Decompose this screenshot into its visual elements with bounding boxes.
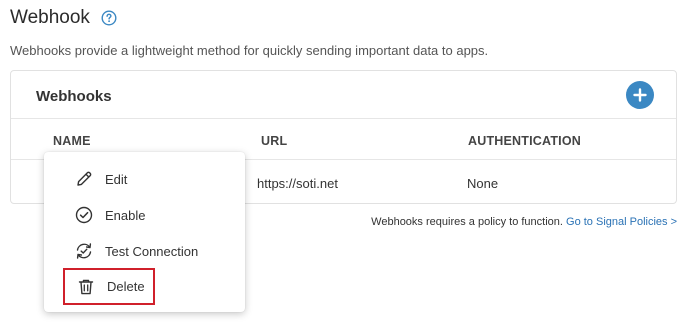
- menu-item-label: Enable: [105, 207, 146, 223]
- menu-item-test-connection[interactable]: Test Connection: [44, 233, 245, 269]
- menu-item-label: Test Connection: [105, 243, 199, 259]
- menu-item-enable[interactable]: Enable: [44, 197, 245, 233]
- trash-icon: [76, 277, 96, 297]
- menu-item-edit[interactable]: Edit: [44, 161, 245, 197]
- pencil-icon: [74, 169, 94, 189]
- page-title: Webhook: [10, 7, 90, 28]
- signal-policies-link[interactable]: Go to Signal Policies >: [566, 216, 677, 228]
- card-divider: [11, 118, 676, 119]
- column-header-authentication[interactable]: AUTHENTICATION: [468, 134, 581, 148]
- column-header-name[interactable]: NAME: [53, 134, 91, 148]
- title-row: Webhook: [10, 7, 117, 29]
- sync-check-icon: [74, 241, 94, 261]
- menu-item-delete[interactable]: Delete: [63, 268, 155, 305]
- cell-url: https://soti.net: [257, 176, 338, 191]
- help-icon[interactable]: [101, 10, 117, 26]
- add-webhook-button[interactable]: [626, 81, 654, 109]
- menu-item-label: Edit: [105, 171, 128, 187]
- policy-footnote: Webhooks requires a policy to function. …: [371, 216, 677, 228]
- page-description: Webhooks provide a lightweight method fo…: [10, 43, 489, 58]
- cell-authentication: None: [467, 176, 499, 191]
- check-circle-icon: [74, 205, 94, 225]
- plus-icon: [633, 88, 647, 102]
- menu-item-label: Delete: [107, 279, 145, 294]
- footnote-text: Webhooks requires a policy to function.: [371, 216, 563, 228]
- card-title: Webhooks: [36, 88, 112, 105]
- row-context-menu: Edit Enable Test Connection Delete: [44, 152, 245, 312]
- column-header-url[interactable]: URL: [261, 134, 287, 148]
